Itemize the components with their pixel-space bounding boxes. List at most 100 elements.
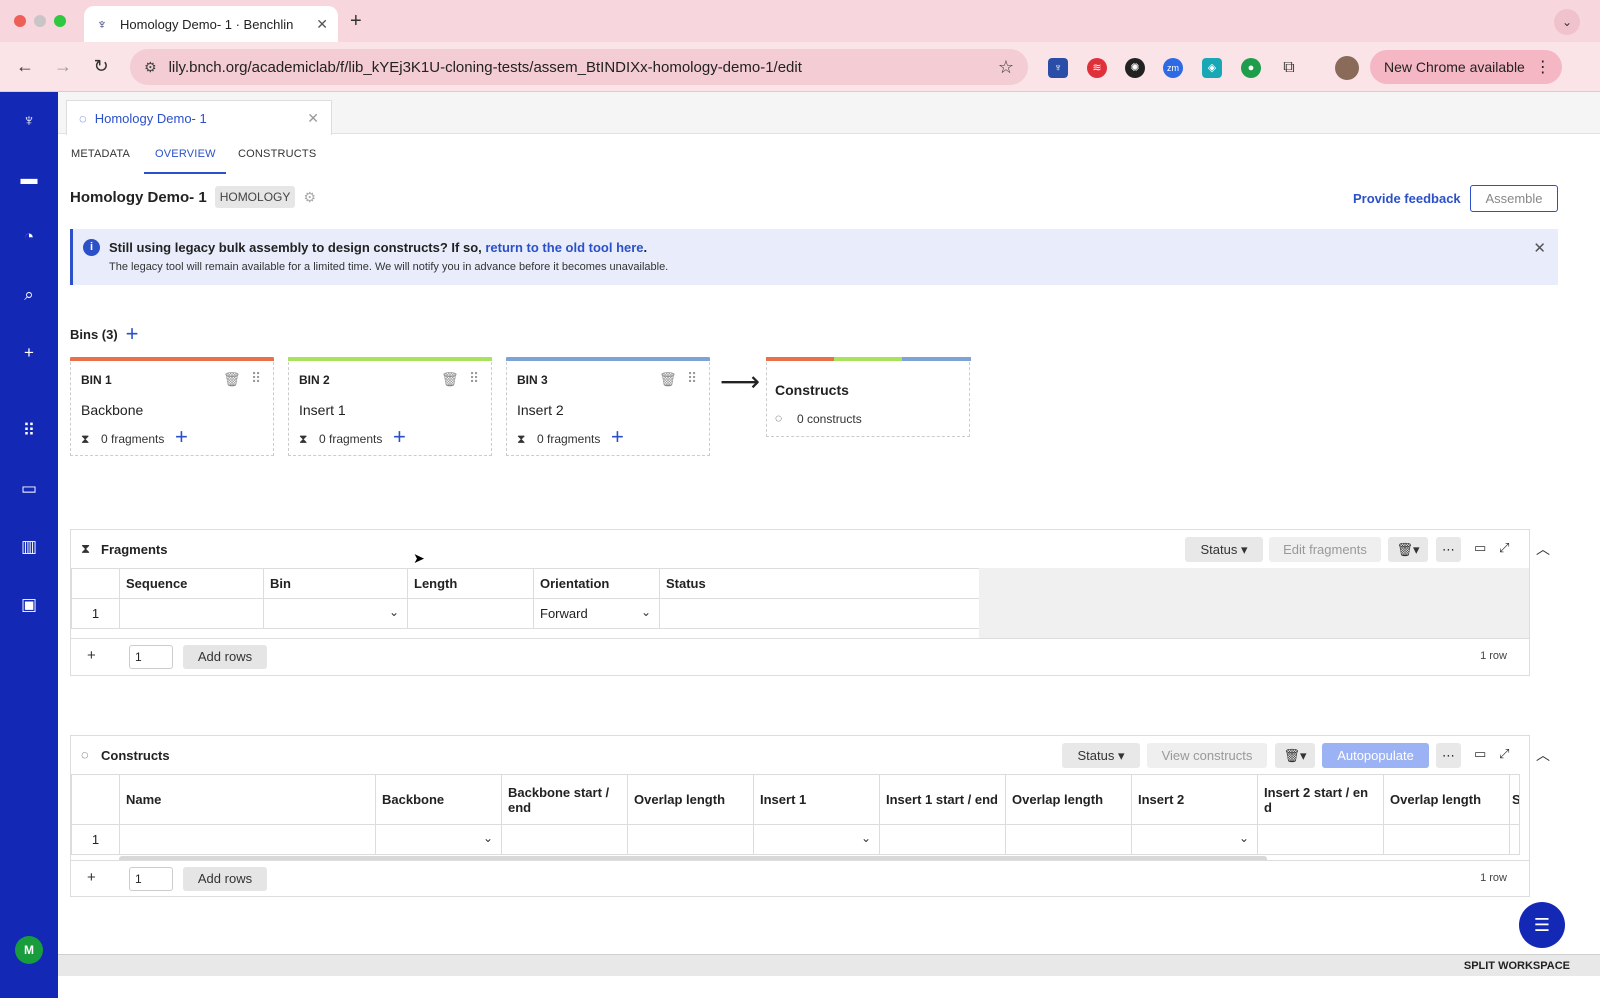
column-header[interactable]: Overlap length [627, 774, 754, 825]
notebook-icon[interactable]: ▭ [18, 478, 40, 500]
collapse-caret-icon[interactable]: ︿ [1536, 539, 1550, 559]
address-bar[interactable]: ⚙ lily.bnch.org/academiclab/f/lib_kYEj3K… [130, 49, 1028, 85]
chat-support-button[interactable]: ☰ [1519, 902, 1565, 948]
profile-avatar[interactable] [1335, 56, 1359, 80]
drag-handle-icon[interactable]: ⠿ [469, 370, 479, 387]
add-fragment-button[interactable]: + [175, 426, 188, 448]
bin-card[interactable]: BIN 1 🗑 ⠿ Backbone ⧗ 0 fragments + [70, 357, 274, 456]
chevron-down-icon[interactable]: ⌄ [1239, 831, 1249, 845]
chevron-down-icon[interactable]: ⌄ [861, 831, 871, 845]
add-rows-button[interactable]: Add rows [183, 645, 267, 669]
add-rows-button[interactable]: Add rows [183, 867, 267, 891]
chevron-down-icon[interactable]: ⌄ [483, 831, 493, 845]
extension-gear-icon[interactable]: ✺ [1125, 58, 1145, 78]
chevron-down-icon[interactable]: ⌄ [641, 605, 651, 619]
close-icon[interactable]: ✕ [1533, 239, 1546, 257]
status-filter-button[interactable]: Status ▾ [1062, 743, 1140, 768]
insights-icon[interactable]: ◔ [18, 226, 40, 248]
trash-icon[interactable]: 🗑 [441, 371, 459, 388]
bin-card[interactable]: BIN 2 🗑 ⠿ Insert 1 ⧗ 0 fragments + [288, 357, 492, 456]
apps-grid-icon[interactable]: ⠿ [18, 420, 40, 442]
delete-menu-button[interactable]: 🗑▾ [1388, 537, 1428, 562]
overlap-length-cell[interactable] [1005, 824, 1132, 855]
autopopulate-button[interactable]: Autopopulate [1322, 743, 1429, 768]
split-workspace-button[interactable]: SPLIT WORKSPACE [1464, 960, 1570, 972]
column-header[interactable]: Overlap length [1383, 774, 1510, 825]
column-header[interactable]: Insert 2 [1131, 774, 1258, 825]
column-header[interactable]: Sequence [119, 568, 264, 599]
close-icon[interactable]: ✕ [307, 110, 319, 127]
status-filter-button[interactable]: Status ▾ [1185, 537, 1263, 562]
tab-constructs[interactable]: CONSTRUCTS [238, 148, 316, 160]
overlap-length-cell[interactable] [1383, 824, 1510, 855]
drag-handle-icon[interactable]: ⠿ [251, 370, 261, 387]
column-header[interactable]: S [1509, 774, 1520, 825]
add-row-plus-icon[interactable]: + [87, 647, 96, 664]
more-vert-icon[interactable]: ⋮ [1535, 57, 1551, 77]
column-header[interactable]: Orientation [533, 568, 660, 599]
inbox-icon[interactable]: ▣ [18, 594, 40, 616]
extension-green-icon[interactable]: ● [1241, 58, 1261, 78]
status-cell[interactable] [1509, 824, 1520, 855]
drag-handle-icon[interactable]: ⠿ [687, 370, 697, 387]
expand-icon[interactable]: ⤢ [1499, 746, 1509, 762]
analytics-icon[interactable]: ▥ [18, 536, 40, 558]
chevron-down-icon[interactable]: ⌄ [1554, 9, 1580, 35]
close-icon[interactable]: ✕ [316, 16, 328, 33]
return-to-old-tool-link[interactable]: return to the old tool here [485, 240, 643, 255]
chevron-down-icon[interactable]: ⌄ [389, 605, 399, 619]
assemble-button[interactable]: Assemble [1470, 185, 1558, 212]
search-icon[interactable]: ⌕ [18, 284, 40, 306]
browser-tab[interactable]: ♆ Homology Demo- 1 · Benchlin ✕ [84, 6, 338, 42]
extensions-puzzle-icon[interactable]: ⧉ [1279, 58, 1299, 78]
insert-1-start-end-cell[interactable] [879, 824, 1006, 855]
column-header[interactable]: Overlap length [1005, 774, 1132, 825]
trash-icon[interactable]: 🗑 [223, 371, 241, 388]
rows-count-input[interactable]: 1 [129, 645, 173, 669]
maximize-window-button[interactable] [54, 15, 66, 27]
new-tab-button[interactable]: + [350, 10, 362, 33]
extension-red-icon[interactable]: ≋ [1087, 58, 1107, 78]
close-window-button[interactable] [14, 15, 26, 27]
dock-panel-icon[interactable]: ▭ [1474, 540, 1486, 556]
status-cell[interactable] [659, 598, 980, 629]
backbone-start-end-cell[interactable] [501, 824, 628, 855]
view-constructs-button[interactable]: View constructs [1147, 743, 1267, 768]
delete-menu-button[interactable]: 🗑▾ [1275, 743, 1315, 768]
minimize-window-button[interactable] [34, 15, 46, 27]
column-header[interactable]: Length [407, 568, 534, 599]
expand-icon[interactable]: ⤢ [1499, 540, 1509, 556]
column-header[interactable]: Insert 2 start / en d [1257, 774, 1384, 825]
column-header[interactable]: Insert 1 start / end [879, 774, 1006, 825]
name-cell[interactable] [119, 824, 376, 855]
extension-benchling-icon[interactable]: ♆ [1048, 58, 1068, 78]
add-fragment-button[interactable]: + [611, 426, 624, 448]
insert-1-select-cell[interactable]: ⌄ [753, 824, 880, 855]
forward-arrow-icon[interactable]: → [52, 56, 74, 77]
column-header[interactable]: Name [119, 774, 376, 825]
briefcase-icon[interactable]: ▬ [18, 168, 40, 190]
column-header[interactable]: Status [659, 568, 980, 599]
user-avatar[interactable]: M [15, 936, 43, 964]
provide-feedback-link[interactable]: Provide feedback [1353, 191, 1461, 206]
column-header[interactable]: Bin [263, 568, 408, 599]
sequence-cell[interactable] [119, 598, 264, 629]
tab-metadata[interactable]: METADATA [71, 148, 130, 160]
more-options-button[interactable]: ⋯ [1436, 537, 1461, 562]
insert-2-select-cell[interactable]: ⌄ [1131, 824, 1258, 855]
overlap-length-cell[interactable] [627, 824, 754, 855]
add-bin-button[interactable]: + [126, 323, 139, 345]
tab-overview[interactable]: OVERVIEW [155, 148, 216, 160]
document-tab[interactable]: ◌ Homology Demo- 1 ✕ [66, 100, 332, 135]
column-header[interactable]: Backbone [375, 774, 502, 825]
trash-icon[interactable]: 🗑 [659, 371, 677, 388]
add-fragment-button[interactable]: + [393, 426, 406, 448]
add-row-plus-icon[interactable]: + [87, 869, 96, 886]
plus-icon[interactable]: + [18, 342, 40, 364]
extension-teal-icon[interactable]: ◈ [1202, 58, 1222, 78]
bin-select-cell[interactable]: ⌄ [263, 598, 408, 629]
benchling-logo-icon[interactable]: ♆ [18, 110, 40, 132]
column-header[interactable]: Insert 1 [753, 774, 880, 825]
reload-icon[interactable]: ↻ [90, 56, 112, 77]
backbone-select-cell[interactable]: ⌄ [375, 824, 502, 855]
